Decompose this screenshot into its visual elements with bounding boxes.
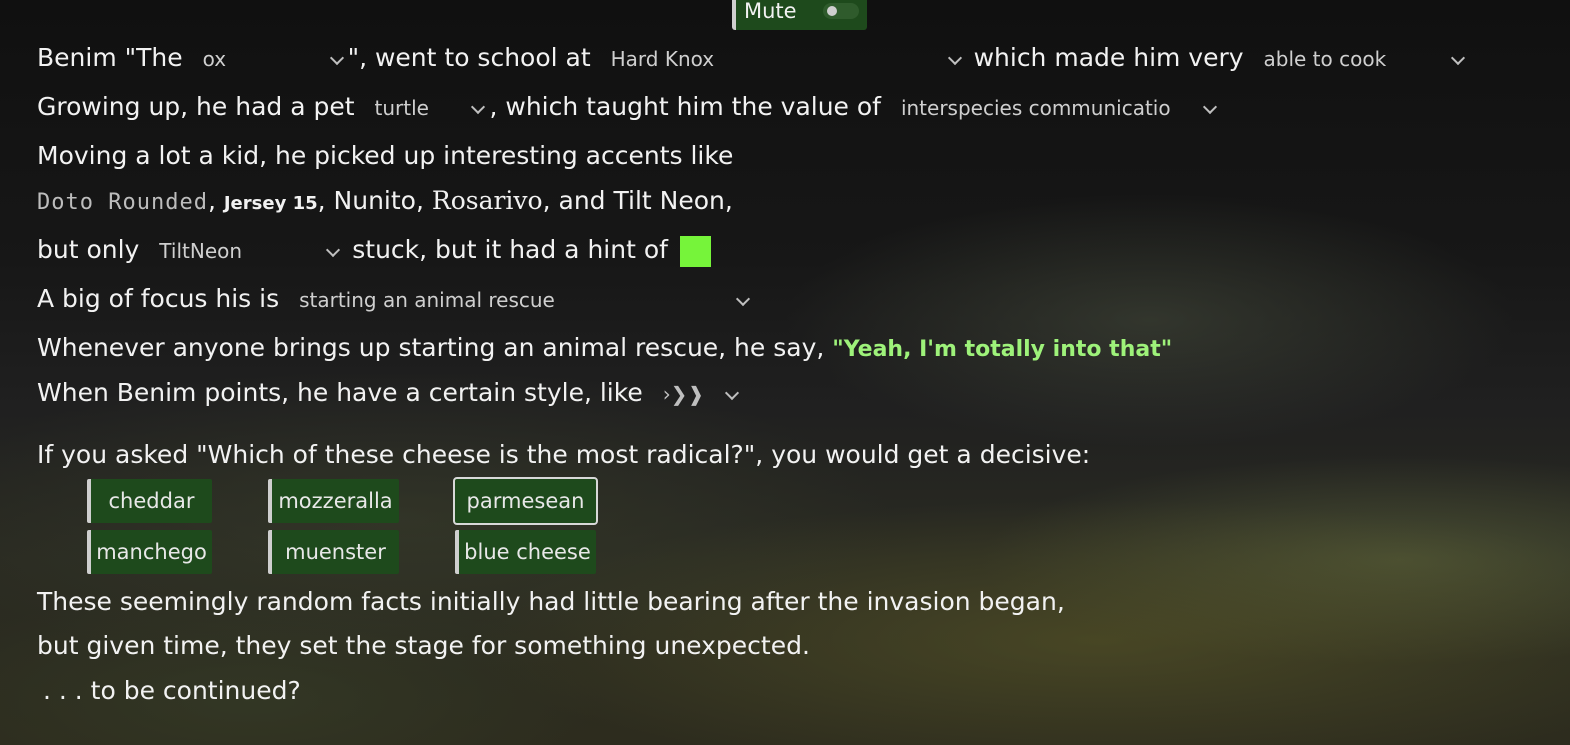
text-segment: . . . to be continued? (43, 676, 301, 705)
select-value: TiltNeon (159, 239, 243, 263)
accent-nunito: Nunito (333, 186, 416, 215)
line-accents-list: Doto Rounded, Jersey 15, Nunito, Rosariv… (37, 186, 733, 219)
text-segment: but only (37, 235, 140, 264)
line-pointing: When Benim points, he have a certain sty… (37, 378, 743, 409)
cheese-button-mozzeralla[interactable]: mozzeralla (268, 479, 399, 523)
mute-toggle[interactable]: Mute (732, 0, 867, 30)
text-segment: When Benim points, he have a certain sty… (37, 378, 643, 407)
text-segment: which made him very (973, 43, 1244, 72)
text-segment: Whenever anyone brings up starting an an… (37, 333, 825, 362)
line-accent-choice: but only TiltNeon stuck, but it had a hi… (37, 235, 711, 267)
line-pet: Growing up, he had a pet turtle , which t… (37, 92, 1221, 123)
select-value: starting an animal rescue (299, 288, 555, 312)
text-segment: A big of focus his is (37, 284, 280, 313)
school-select[interactable]: Hard Knox (599, 44, 966, 74)
text-segment: but given time, they set the stage for s… (37, 631, 810, 660)
accent-select[interactable]: TiltNeon (147, 236, 344, 266)
chevron-down-icon (947, 50, 962, 66)
accent-rosarivo: Rosarivo (431, 186, 543, 215)
chevron-down-icon (326, 242, 341, 258)
accent-jersey: Jersey 15 (223, 193, 318, 214)
text-segment: , (317, 186, 326, 215)
text-segment: , which taught him the value of (489, 92, 881, 121)
text-segment: Growing up, he had a pet (37, 92, 355, 121)
pointer-style-select[interactable]: ›❯❱ (651, 379, 743, 409)
chevron-down-icon (471, 99, 486, 115)
cheese-button-blue-cheese[interactable]: blue cheese (455, 530, 596, 574)
catchphrase: "Yeah, I'm totally into that" (832, 337, 1173, 362)
text-segment: , and (542, 186, 606, 215)
select-value: able to cook (1263, 47, 1387, 71)
cheese-button-parmesean[interactable]: parmesean (453, 477, 598, 525)
text-segment: These seemingly random facts initially h… (37, 587, 1065, 616)
text-segment: stuck, but it had a hint of (352, 235, 668, 264)
chevron-down-icon (736, 291, 751, 307)
outro-line-3: . . . to be continued? (43, 676, 301, 706)
text-segment: ", went to school at (347, 43, 591, 72)
select-value: Hard Knox (610, 47, 715, 71)
focus-select[interactable]: starting an animal rescue (287, 285, 754, 315)
cheese-button-cheddar[interactable]: cheddar (87, 479, 212, 523)
line-nickname: Benim "The ox ", went to school at Hard K… (37, 43, 1469, 74)
chevron-down-icon (329, 50, 344, 66)
select-value: ox (202, 47, 227, 71)
chevron-down-icon (1202, 99, 1218, 115)
chevron-down-icon (724, 385, 739, 401)
toggle-switch[interactable] (823, 3, 859, 19)
chevron-down-icon (1450, 50, 1465, 66)
text-segment: Benim "The (37, 43, 183, 72)
toggle-knob (827, 6, 837, 16)
text-segment: If you asked "Which of these cheese is t… (37, 440, 1091, 469)
line-focus: A big of focus his is starting an animal… (37, 284, 754, 315)
line-cheese-question: If you asked "Which of these cheese is t… (37, 440, 1090, 470)
color-picker[interactable] (679, 235, 711, 267)
text-segment: Moving a lot a kid, he picked up interes… (37, 141, 734, 170)
outro-line-1: These seemingly random facts initially h… (37, 587, 1065, 617)
cheese-button-manchego[interactable]: manchego (87, 530, 212, 574)
accent-tiltneon: Tilt Neon (613, 186, 725, 215)
cheese-button-muenster[interactable]: muenster (268, 530, 399, 574)
line-accents-intro: Moving a lot a kid, he picked up interes… (37, 141, 733, 171)
text-segment: , (724, 186, 733, 215)
pointer-arrow-icon: ›❯❱ (662, 382, 705, 406)
skill-select[interactable]: able to cook (1252, 44, 1469, 74)
outro-line-2: but given time, they set the stage for s… (37, 631, 810, 661)
pet-select[interactable]: turtle (362, 93, 489, 123)
accent-doto: Doto Rounded (37, 190, 208, 215)
text-segment: , (415, 186, 424, 215)
value-select[interactable]: interspecies communicatio (889, 93, 1221, 123)
line-quote: Whenever anyone brings up starting an an… (37, 333, 1172, 365)
text-segment: , (207, 186, 216, 215)
mute-label: Mute (744, 0, 797, 23)
select-value: turtle (374, 96, 429, 120)
nickname-select[interactable]: ox (191, 44, 348, 74)
select-value: interspecies communicatio (900, 96, 1171, 120)
